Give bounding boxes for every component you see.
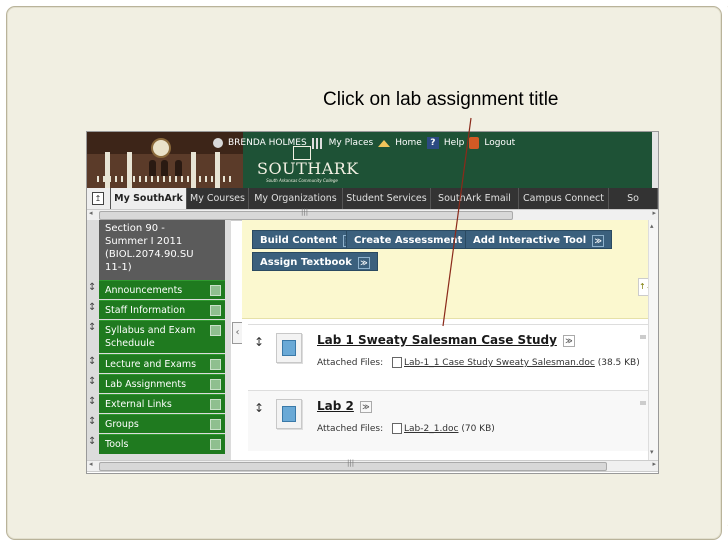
drag-handle-icon[interactable]: ↕ [88,436,96,447]
scroll-left-icon[interactable]: ◂ [89,460,93,468]
menu-item-external-links[interactable]: External Links [99,394,225,413]
scroll-up-icon[interactable]: ▴ [650,222,654,230]
menu-item-syllabus[interactable]: Syllabus and Exam Scheduule [99,320,225,353]
tab-more[interactable]: So [609,188,658,209]
scroll-right-icon[interactable]: ▸ [652,209,656,217]
site-header: BRENDA HOLMES My Places Home ? Help Logo… [87,132,658,188]
expand-icon: ↥ [92,192,104,205]
course-title: Section 90 - Summer I 2011 (BIOL.2074.90… [99,220,225,280]
content-item-lab-1: ↕ Lab 1 Sweaty Salesman Case Study ≫ Atta… [248,324,648,385]
assignment-icon [276,333,302,363]
scroll-left-icon[interactable]: ◂ [89,209,93,217]
tab-student-services[interactable]: Student Services [343,188,431,209]
blackboard-screenshot: BRENDA HOLMES My Places Home ? Help Logo… [86,131,659,474]
menu-options-icon[interactable] [210,399,221,410]
tab-my-southark[interactable]: My SouthArk [111,188,187,209]
menu-options-icon[interactable] [210,379,221,390]
drag-handle-icon[interactable]: ↕ [88,356,96,367]
scroll-down-icon[interactable]: ▾ [650,448,654,456]
document-icon [392,357,402,368]
chevron-down-icon[interactable]: ≫ [562,334,575,347]
tab-my-organizations[interactable]: My Organizations [249,188,343,209]
assignment-icon [276,399,302,429]
menu-options-icon[interactable] [210,305,221,316]
bottom-horizontal-scrollbar[interactable]: ◂ ||| ▸ [87,459,658,472]
drag-handle-icon[interactable]: ↕ [88,376,96,387]
drag-handle-icon[interactable]: ↕ [88,322,96,333]
lab-1-file-link[interactable]: Lab-1_1 Case Study Sweaty Salesman.doc [404,358,595,368]
menu-item-lab-assignments[interactable]: Lab Assignments [99,374,225,393]
content-vertical-scrollbar[interactable]: ▴ ▾ [648,220,658,460]
chevron-down-icon[interactable]: ≫ [359,400,372,413]
menu-options-icon[interactable] [210,359,221,370]
course-menu: Section 90 - Summer I 2011 (BIOL.2074.90… [87,220,231,460]
document-icon [392,423,402,434]
drag-handle-icon[interactable]: ↕ [88,396,96,407]
assign-textbook-button[interactable]: Assign Textbook ≫ [252,252,378,271]
tab-southark-email[interactable]: SouthArk Email [431,188,519,209]
drag-handle-icon[interactable]: ↕ [88,416,96,427]
content-item-lab-2: ↕ Lab 2 ≫ Attached Files: Lab-2_1.doc (70… [248,390,648,451]
action-toolbar: Build Content≫ Create Assessment≫ Add In… [242,220,652,319]
item-grip-icon[interactable] [640,335,646,339]
scroll-right-icon[interactable]: ▸ [652,460,656,468]
menu-item-lecture-exams[interactable]: Lecture and Exams [99,354,225,373]
tab-my-courses[interactable]: My Courses [187,188,249,209]
lab-2-title-link[interactable]: Lab 2 ≫ [317,399,372,413]
tab-menu-toggle[interactable]: ↥ [87,188,111,209]
menu-options-icon[interactable] [210,325,221,336]
menu-options-icon[interactable] [210,419,221,430]
menu-options-icon[interactable] [210,285,221,296]
menu-item-groups[interactable]: Groups [99,414,225,433]
lab-2-file-link[interactable]: Lab-2_1.doc [404,424,458,434]
logout-link[interactable]: Logout [484,138,515,148]
drag-handle-icon[interactable]: ↕ [254,335,264,349]
menu-options-icon[interactable] [210,439,221,450]
menu-item-tools[interactable]: Tools [99,434,225,454]
home-icon[interactable] [378,139,391,147]
menu-item-announcements[interactable]: Announcements [99,280,225,299]
lab-1-file-size: (38.5 KB) [597,358,640,368]
chevron-down-icon: ≫ [357,257,370,269]
logout-icon[interactable] [469,137,480,149]
drag-handle-icon[interactable]: ↕ [88,302,96,313]
clock-tower-icon [151,138,171,158]
drag-handle-icon[interactable]: ↕ [88,282,96,293]
logo-emblem-icon [293,146,311,160]
user-avatar-icon [213,138,223,148]
menu-item-staff-information[interactable]: Staff Information [99,300,225,319]
item-grip-icon[interactable] [640,401,646,405]
drag-handle-icon[interactable]: ↕ [254,401,264,415]
tab-bar: ↥ My SouthArk My Courses My Organization… [87,188,658,209]
lab-2-file-size: (70 KB) [461,424,495,434]
chevron-down-icon: ≫ [592,235,605,247]
add-interactive-tool-button[interactable]: Add Interactive Tool ≫ [465,230,613,249]
callout-text: Click on lab assignment title [323,89,559,110]
home-link[interactable]: Home [395,138,422,148]
help-icon[interactable]: ? [426,137,439,149]
lab-2-attached-files: Attached Files: Lab-2_1.doc (70 KB) [317,423,495,434]
lab-1-attached-files: Attached Files: Lab-1_1 Case Study Sweat… [317,357,640,368]
southark-logo[interactable]: SOUTHARK South Arkansas Community Colleg… [257,146,358,190]
content-area: Build Content≫ Create Assessment≫ Add In… [242,220,652,460]
tab-campus-connect[interactable]: Campus Connect [519,188,609,209]
header-scrollbar[interactable] [652,132,658,188]
help-link[interactable]: Help [444,138,465,148]
lab-1-title-link[interactable]: Lab 1 Sweaty Salesman Case Study ≫ [317,333,575,347]
